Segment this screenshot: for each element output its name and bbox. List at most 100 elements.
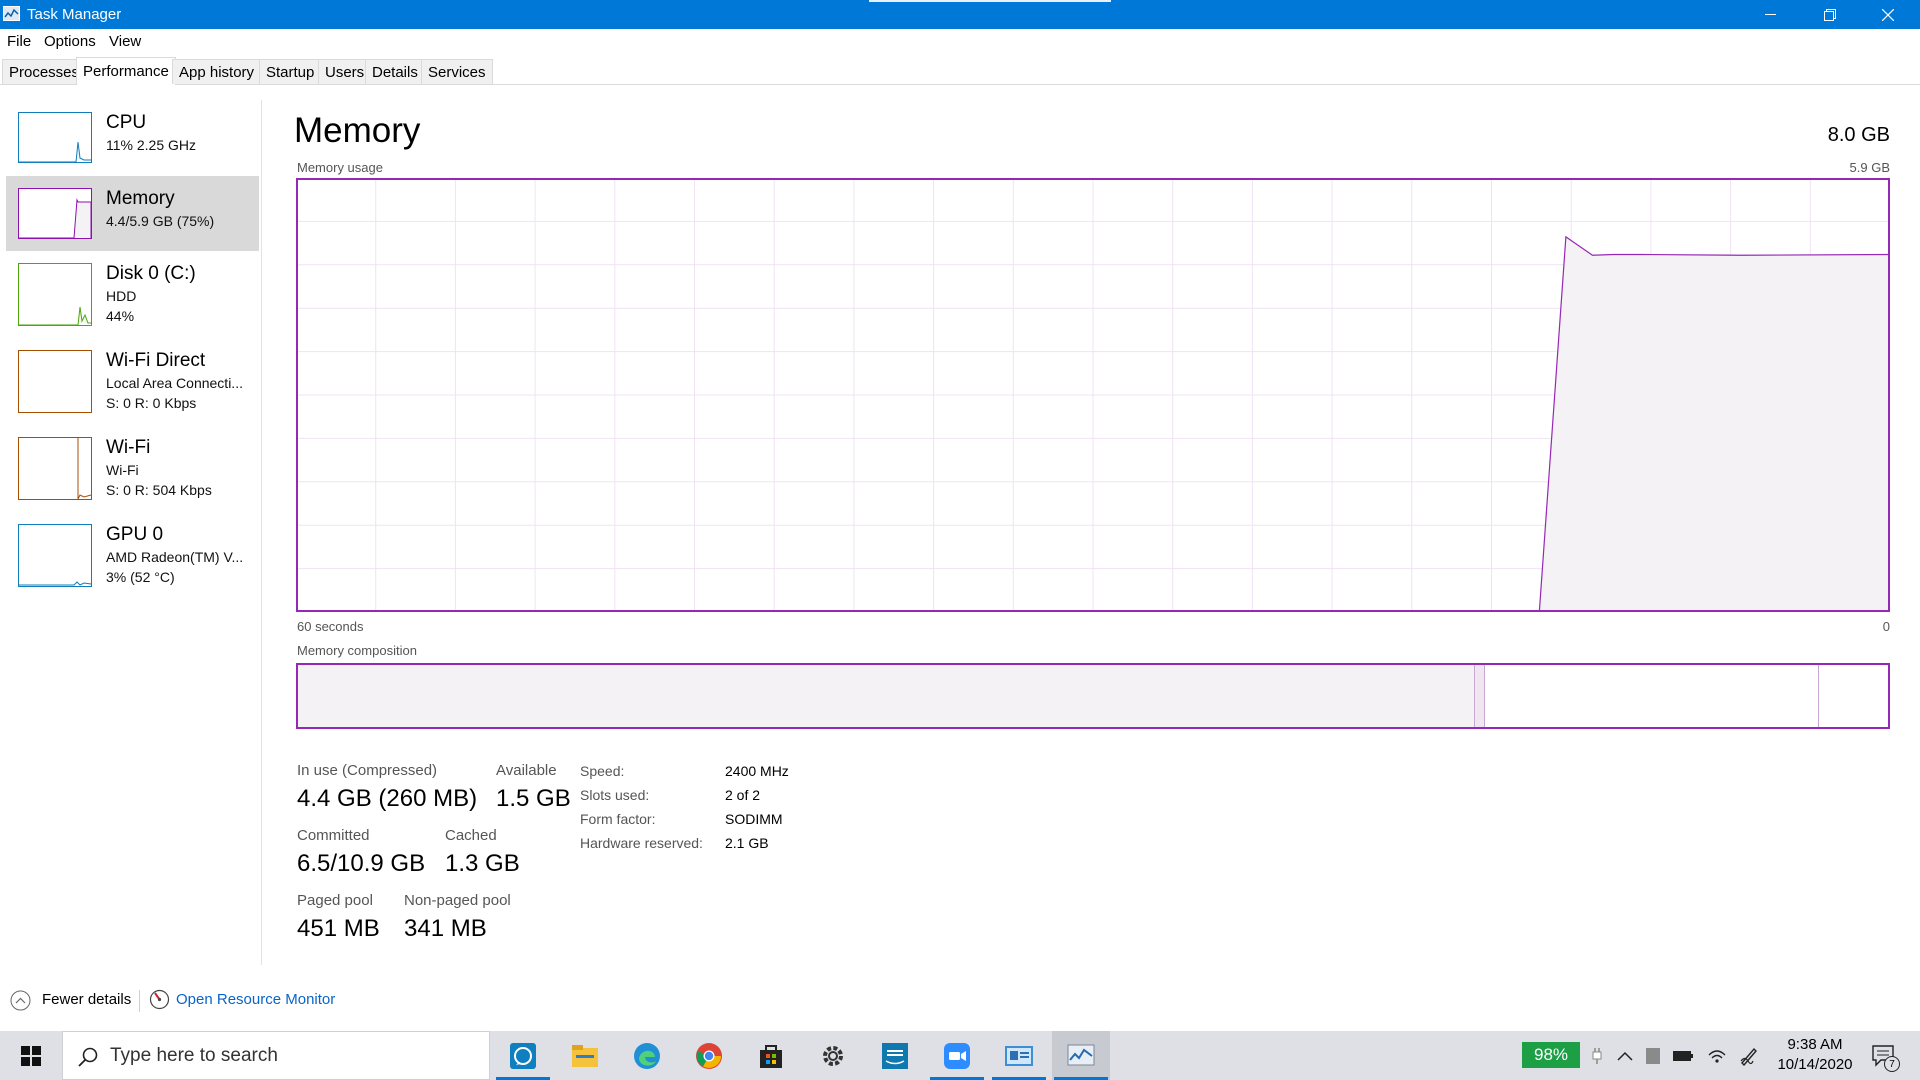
spec-label: Hardware reserved: [580,835,703,851]
composition-free [1819,665,1883,727]
spec-label: Speed: [580,763,625,779]
tab-processes[interactable]: Processes [2,59,87,84]
taskbar-app-control-panel[interactable] [990,1031,1048,1080]
tab-services[interactable]: Services [421,59,493,84]
taskbar-search-box[interactable]: Type here to search [62,1031,490,1080]
chrome-icon [696,1042,722,1069]
sidebar-item-detail: 3% (52 °C) [106,569,175,585]
sidebar-item-wifi-direct[interactable]: Wi-Fi Direct Local Area Connecti... S: 0… [6,338,259,413]
tray-power-plug-icon[interactable] [1586,1045,1608,1067]
tray-gray-square-icon[interactable] [1642,1045,1664,1067]
in-use-label: In use (Compressed) [297,762,438,779]
memory-usage-area [1539,236,1890,612]
close-button[interactable] [1858,0,1918,29]
fewer-details-button[interactable]: Fewer details [42,991,131,1008]
total-memory: 8.0 GB [1827,124,1890,146]
sidebar-item-gpu[interactable]: GPU 0 AMD Radeon(TM) V... 3% (52 °C) [6,512,259,587]
whatsapp-icon [510,1042,536,1069]
tray-show-hidden-chevron-icon[interactable] [1614,1045,1636,1067]
sidebar-item-detail: S: 0 R: 504 Kbps [106,482,212,498]
taskbar-app-store[interactable] [742,1031,800,1080]
task-manager-icon [1067,1044,1095,1065]
battery-percentage[interactable]: 98% [1522,1042,1580,1068]
page-title: Memory [294,111,421,150]
available-value: 1.5 GB [496,785,571,812]
disk-thumbnail-graph [18,263,92,326]
footer-divider [139,990,140,1012]
store-icon [760,1044,782,1068]
taskbar-app-chrome[interactable] [680,1031,738,1080]
task-manager-app-icon [3,6,20,21]
spec-value: SODIMM [725,811,783,827]
menu-view[interactable]: View [109,33,141,50]
taskbar-app-task-manager[interactable] [1052,1031,1110,1080]
control-panel-icon [1005,1045,1033,1066]
taskbar-app-edge[interactable] [618,1031,676,1080]
tray-battery-icon[interactable] [1672,1045,1694,1067]
sidebar-item-label: Wi-Fi [106,437,151,458]
memory-usage-label: Memory usage [297,160,383,175]
title-bar: Task Manager [0,0,1920,29]
paged-pool-label: Paged pool [297,892,373,909]
resource-sidebar: CPU 11% 2.25 GHz Memory 4.4/5.9 GB (75%)… [0,100,262,965]
sidebar-item-wifi[interactable]: Wi-Fi Wi-Fi S: 0 R: 504 Kbps [6,425,259,500]
clock-time: 9:38 AM [1787,1036,1843,1053]
open-resource-monitor-link[interactable]: Open Resource Monitor [176,991,335,1008]
spec-value: 2400 MHz [725,763,789,779]
taskbar-app-file-explorer[interactable] [556,1031,614,1080]
tray-pen-icon[interactable] [1738,1045,1760,1067]
resource-monitor-icon[interactable] [149,989,170,1010]
tab-performance[interactable]: Performance [76,57,176,85]
start-button[interactable] [0,1031,62,1080]
tab-app-history[interactable]: App history [172,59,262,84]
cached-value: 1.3 GB [445,850,520,877]
composition-standby [1485,665,1819,727]
search-placeholder: Type here to search [110,1045,278,1066]
memory-thumbnail-graph [18,188,92,239]
in-use-value: 4.4 GB (260 MB) [297,785,478,812]
settings-icon [823,1045,843,1066]
tab-startup[interactable]: Startup [259,59,322,84]
sidebar-item-cpu[interactable]: CPU 11% 2.25 GHz [6,100,259,175]
taskbar: Type here to search 98% 9:38 AM 10/14/20… [0,1031,1920,1080]
taskbar-app-whatsapp[interactable] [494,1031,552,1080]
window-title: Task Manager [27,6,122,23]
menu-options[interactable]: Options [44,33,96,50]
menu-file[interactable]: File [7,33,31,50]
restore-button[interactable] [1800,0,1860,29]
sidebar-item-label: Disk 0 (C:) [106,263,196,284]
notification-center-icon[interactable]: 7 [1870,1043,1900,1072]
tab-users[interactable]: Users [318,59,372,84]
taskbar-app-zoom[interactable] [928,1031,986,1080]
committed-label: Committed [297,827,370,844]
tab-details[interactable]: Details [365,59,425,84]
sidebar-item-disk[interactable]: Disk 0 (C:) HDD 44% [6,251,259,326]
clock-date: 10/14/2020 [1777,1056,1853,1073]
tray-wifi-icon[interactable] [1706,1045,1728,1067]
minimize-button[interactable] [1740,0,1800,29]
non-paged-pool-value: 341 MB [404,915,487,942]
gpu-thumbnail-graph [18,524,92,587]
sidebar-item-detail: Local Area Connecti... [106,375,243,391]
sidebar-item-label: GPU 0 [106,524,164,545]
composition-modified [1475,665,1485,727]
spec-label: Form factor: [580,811,656,827]
chevron-up-circle-icon[interactable] [10,990,31,1011]
memory-composition-label: Memory composition [297,643,417,658]
memory-usage-chart [296,178,1890,612]
spec-value: 2.1 GB [725,835,769,851]
non-paged-pool-label: Non-paged pool [404,892,511,909]
cached-label: Cached [445,827,497,844]
memory-usage-max: 5.9 GB [1849,160,1890,175]
taskbar-app-settings[interactable] [804,1031,862,1080]
cpu-thumbnail-graph [18,112,92,163]
minimize-icon [1764,14,1776,15]
sidebar-item-memory[interactable]: Memory 4.4/5.9 GB (75%) [6,176,259,251]
edge-icon [634,1042,660,1069]
sidebar-item-detail: HDD [106,288,137,304]
taskbar-app-prime-video[interactable] [866,1031,924,1080]
sidebar-item-detail: 4.4/5.9 GB (75%) [106,213,215,229]
taskbar-clock[interactable]: 9:38 AM 10/14/2020 [1767,1035,1863,1075]
spec-value: 2 of 2 [725,787,761,803]
file-explorer-icon [572,1044,598,1067]
